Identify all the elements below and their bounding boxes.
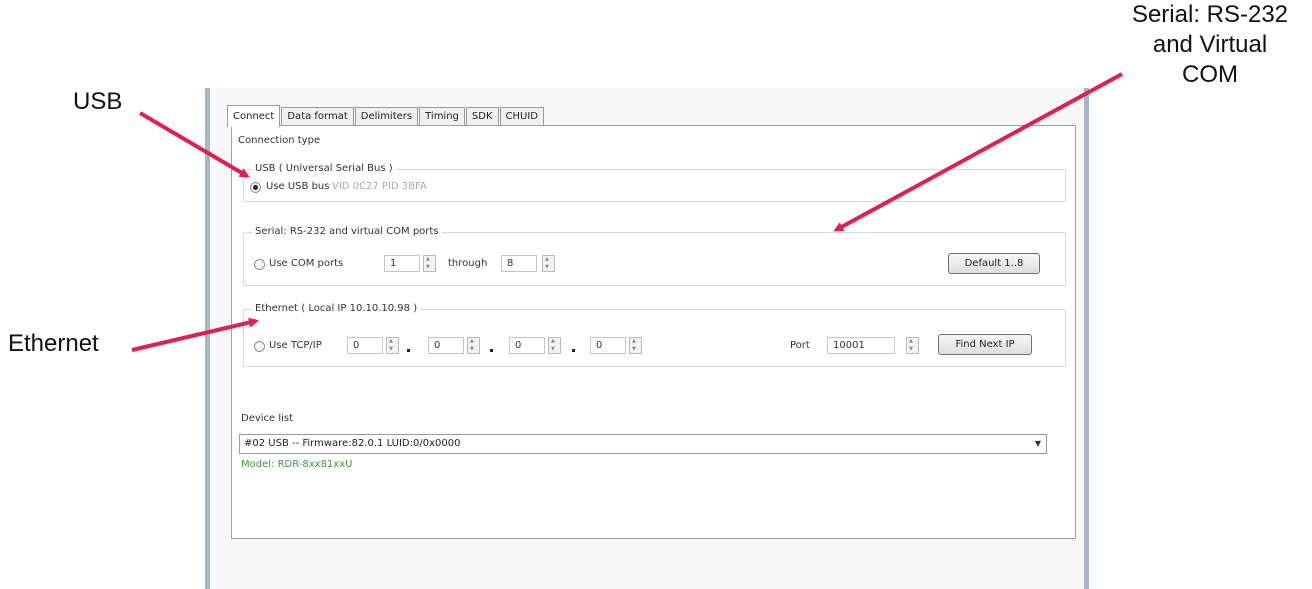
annotation-arrows: [131, 72, 1123, 352]
serial-arrow: [833, 72, 1123, 232]
ethernet-arrow: [131, 317, 259, 352]
tab-connect[interactable]: Connect: [227, 105, 281, 127]
